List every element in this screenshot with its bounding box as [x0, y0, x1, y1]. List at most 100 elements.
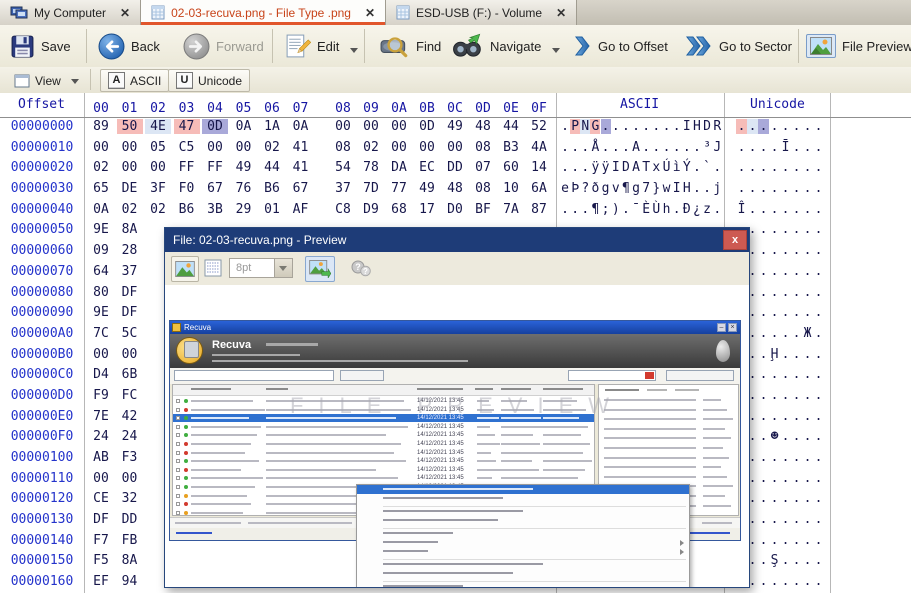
go-to-sector-button[interactable]: Go to Sector [685, 28, 792, 64]
unicode-char[interactable]: . [813, 140, 824, 155]
navigate-button[interactable]: Navigate [452, 28, 560, 64]
ascii-char[interactable]: . [570, 202, 580, 217]
unicode-char[interactable]: . [802, 450, 813, 465]
ascii-char[interactable]: . [641, 140, 651, 155]
unicode-char[interactable]: . [802, 140, 813, 155]
hex-byte[interactable]: 3F [145, 181, 171, 196]
unicode-char[interactable]: . [758, 533, 769, 548]
hex-byte[interactable]: DA [386, 160, 412, 175]
preview-popup[interactable]: File: 02-03-recuva.png - Preview x 8pt ?… [164, 227, 750, 588]
view-button[interactable]: View [6, 69, 87, 92]
unicode-char[interactable]: . [758, 450, 769, 465]
unicode-char[interactable]: . [802, 305, 813, 320]
hex-byte[interactable]: 00 [145, 160, 171, 175]
unicode-char[interactable]: . [802, 429, 813, 444]
unicode-char[interactable]: . [758, 285, 769, 300]
unicode-char[interactable]: . [791, 367, 802, 382]
unicode-char[interactable]: . [758, 222, 769, 237]
unicode-char[interactable]: . [780, 285, 791, 300]
ascii-char[interactable]: A [631, 140, 641, 155]
ascii-char[interactable]: I [682, 119, 692, 134]
ascii-char[interactable]: . [712, 202, 722, 217]
ascii-char[interactable]: . [692, 140, 702, 155]
ascii-char[interactable]: G [590, 119, 600, 134]
hex-byte[interactable]: 00 [386, 140, 412, 155]
unicode-char[interactable]: . [769, 533, 780, 548]
hex-byte[interactable]: 37 [330, 181, 356, 196]
hex-byte[interactable]: 10 [498, 181, 524, 196]
navigate-dropdown-icon[interactable] [552, 48, 560, 53]
unicode-char[interactable]: Ж [802, 326, 813, 341]
unicode-char[interactable]: . [758, 471, 769, 486]
ascii-char[interactable]: Ú [662, 160, 672, 175]
unicode-char[interactable]: Ī [780, 140, 791, 155]
hex-byte[interactable]: 80 [88, 285, 114, 300]
hex-byte[interactable]: 00 [117, 160, 143, 175]
hex-byte[interactable]: 68 [386, 202, 412, 217]
unicode-char[interactable]: . [791, 512, 802, 527]
unicode-char[interactable]: . [813, 409, 824, 424]
hex-byte[interactable]: 9E [88, 222, 114, 237]
hex-byte[interactable]: D0 [442, 202, 468, 217]
ascii-char[interactable]: Ù [651, 202, 661, 217]
unicode-char[interactable]: . [802, 574, 813, 589]
edit-dropdown-icon[interactable] [350, 48, 358, 53]
hex-byte[interactable]: 41 [288, 160, 314, 175]
ascii-char[interactable]: A [631, 160, 641, 175]
hex-row[interactable]: 0000000089504E470D0A1A0A0000000D49484452… [0, 117, 911, 138]
unicode-char[interactable]: . [791, 160, 802, 175]
unicode-toggle-button[interactable]: U Unicode [168, 69, 250, 92]
unicode-char[interactable]: . [813, 347, 824, 362]
unicode-char[interactable]: . [802, 181, 813, 196]
ascii-char[interactable]: ? [580, 181, 590, 196]
unicode-char[interactable]: . [758, 264, 769, 279]
unicode-char[interactable]: . [813, 471, 824, 486]
hex-byte[interactable]: 37 [117, 264, 143, 279]
unicode-char[interactable]: . [791, 181, 802, 196]
hex-byte[interactable]: 44 [498, 119, 524, 134]
unicode-char[interactable]: . [769, 491, 780, 506]
unicode-char[interactable]: . [813, 305, 824, 320]
unicode-char[interactable]: . [813, 160, 824, 175]
hex-byte[interactable]: 02 [259, 140, 285, 155]
unicode-char[interactable]: . [813, 533, 824, 548]
hex-byte[interactable]: 00 [386, 119, 412, 134]
ascii-char[interactable]: N [580, 119, 590, 134]
hex-byte[interactable]: 00 [88, 471, 114, 486]
unicode-char[interactable]: . [769, 243, 780, 258]
unicode-char[interactable]: . [780, 367, 791, 382]
unicode-char[interactable]: . [758, 160, 769, 175]
unicode-char[interactable]: . [769, 160, 780, 175]
unicode-char[interactable]: . [758, 181, 769, 196]
font-size-select[interactable]: 8pt [229, 258, 293, 278]
unicode-char[interactable]: . [802, 202, 813, 217]
hex-row[interactable]: 00000020020000FFFF4944415478DAECDD076014… [0, 158, 911, 179]
hex-byte[interactable]: 0A [231, 119, 257, 134]
hex-byte[interactable]: 00 [117, 471, 143, 486]
hex-byte[interactable]: 0A [88, 202, 114, 217]
hex-byte[interactable]: 49 [442, 119, 468, 134]
unicode-char[interactable]: . [791, 243, 802, 258]
hex-byte[interactable]: C5 [174, 140, 200, 155]
tab-my-computer[interactable]: My Computer ✕ [0, 0, 141, 25]
unicode-char[interactable]: . [802, 512, 813, 527]
unicode-char[interactable]: . [813, 119, 824, 134]
unicode-char[interactable]: . [780, 305, 791, 320]
unicode-char[interactable]: . [813, 429, 824, 444]
ascii-char[interactable]: . [560, 202, 570, 217]
unicode-char[interactable]: . [769, 326, 780, 341]
tab-esd-usb[interactable]: ESD-USB (F:) - Volume ✕ [386, 0, 577, 25]
hex-byte[interactable]: F0 [174, 181, 200, 196]
ascii-char[interactable]: . [570, 140, 580, 155]
ascii-char[interactable]: . [580, 202, 590, 217]
hex-byte[interactable]: 49 [231, 160, 257, 175]
unicode-char[interactable]: . [813, 450, 824, 465]
unicode-char[interactable]: . [780, 181, 791, 196]
unicode-char[interactable]: . [769, 388, 780, 403]
ascii-char[interactable]: ` [702, 160, 712, 175]
unicode-char[interactable]: . [747, 181, 758, 196]
ascii-char[interactable]: P [570, 119, 580, 134]
hex-byte[interactable]: 08 [470, 140, 496, 155]
ascii-char[interactable]: . [672, 140, 682, 155]
hex-byte[interactable]: 7C [88, 326, 114, 341]
